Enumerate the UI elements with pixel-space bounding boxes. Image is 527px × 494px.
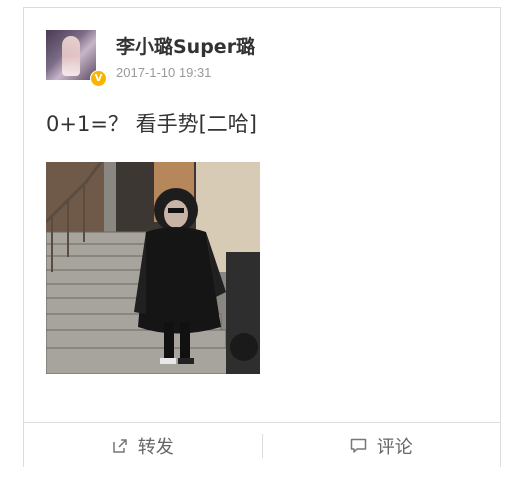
comment-label: 评论 xyxy=(376,437,413,458)
repost-button[interactable]: 转发 xyxy=(24,423,262,469)
photo-illustration xyxy=(46,162,260,374)
comment-button[interactable]: 评论 xyxy=(263,423,501,469)
post-photo[interactable] xyxy=(46,162,260,374)
repost-label: 转发 xyxy=(137,437,174,458)
author-name[interactable]: 李小璐Super璐 xyxy=(116,32,255,59)
weibo-post-card: V 李小璐Super璐 2017-1-10 19:31 0+1=？ 看手势[二哈… xyxy=(23,7,501,467)
verified-badge-icon: V xyxy=(90,70,107,87)
avatar[interactable] xyxy=(46,30,96,80)
avatar-figure xyxy=(62,36,80,76)
post-text: 0+1=？ 看手势[二哈] xyxy=(46,112,257,136)
share-arrow-icon xyxy=(113,439,127,453)
action-bar: 转发 评论 xyxy=(24,422,500,469)
comment-bubble-icon xyxy=(350,438,366,453)
post-timestamp[interactable]: 2017-1-10 19:31 xyxy=(116,65,211,80)
